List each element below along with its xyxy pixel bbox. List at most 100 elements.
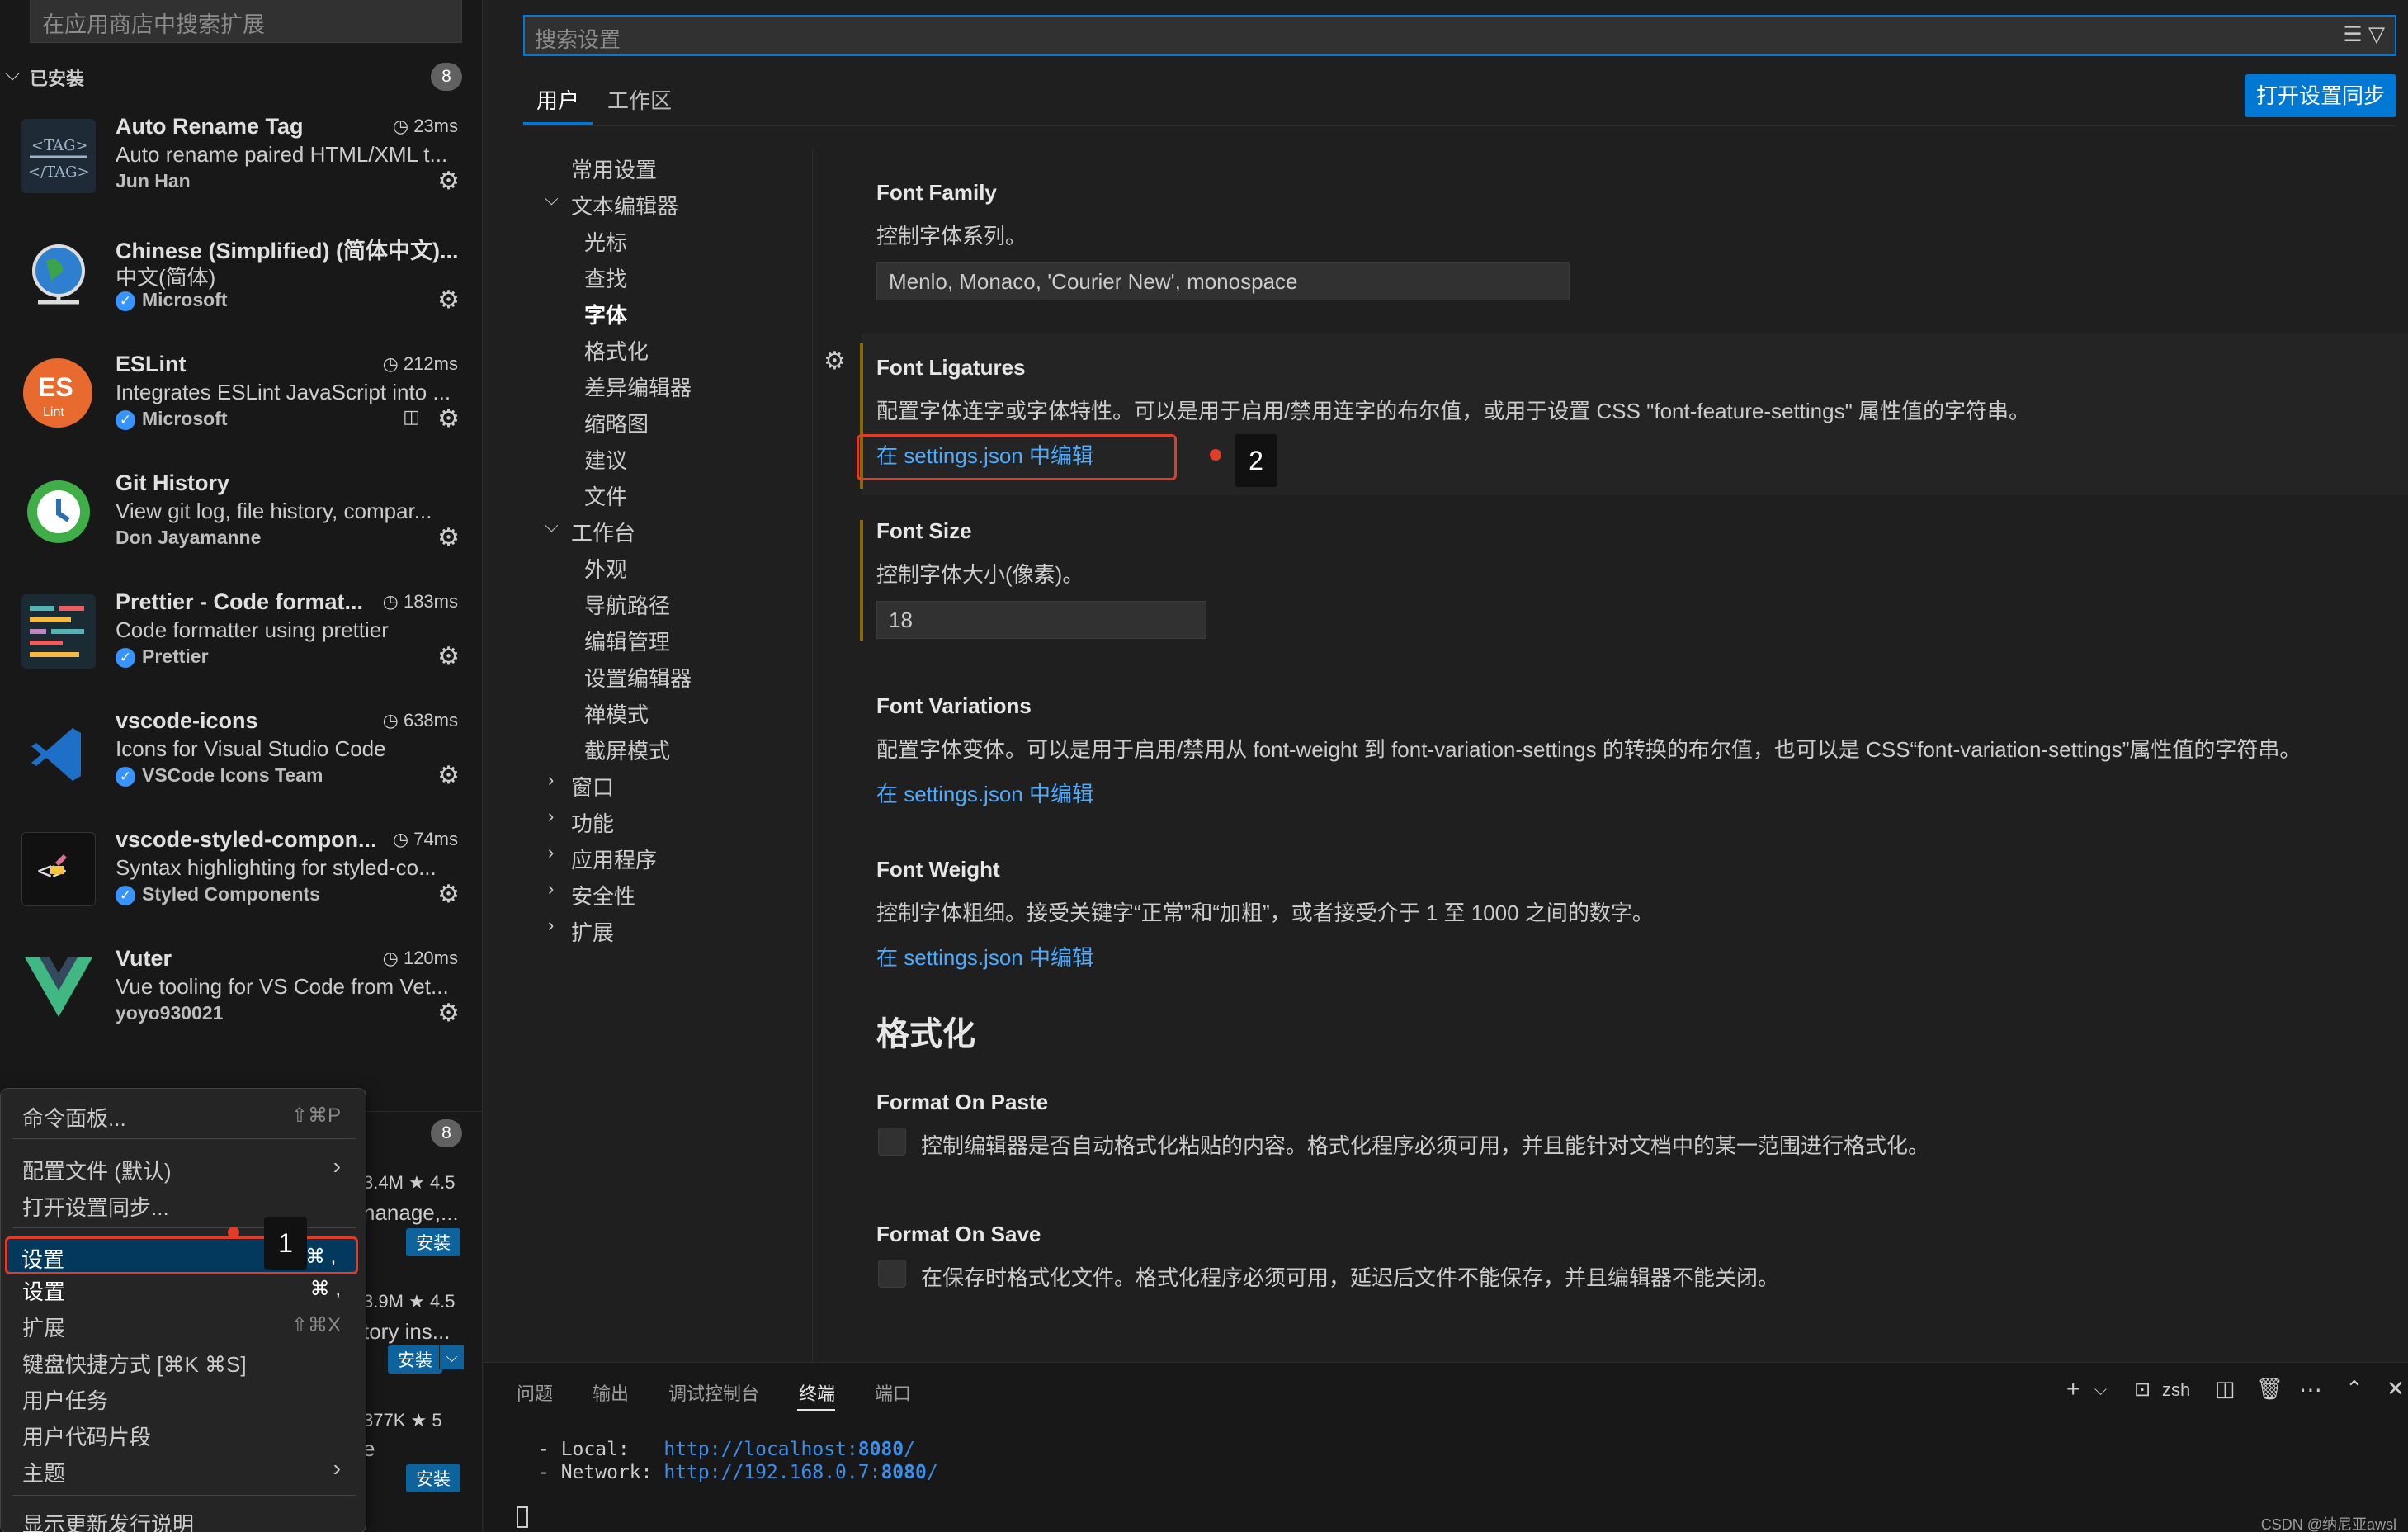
tab-debug-console[interactable]: 调试控制台 — [668, 1379, 759, 1406]
gear-icon[interactable]: ⚙ — [437, 880, 460, 909]
install-button[interactable]: 安装 — [406, 1228, 460, 1256]
toc-item-zen-mode[interactable]: 禅模式 — [584, 698, 649, 729]
toc-item-security[interactable]: 安全性 — [571, 880, 635, 910]
extension-item[interactable]: <TAG> </TAG> Auto Rename Tag ◷ 23ms Auto … — [0, 106, 482, 225]
menu-item-themes[interactable]: 主题 — [22, 1457, 65, 1487]
installed-section-header[interactable]: ⌵ 已安装 8 — [0, 61, 482, 92]
gear-icon[interactable]: ⚙ — [437, 167, 460, 196]
more-actions-icon[interactable]: ⋯ — [2299, 1376, 2322, 1403]
terminal-shell-name[interactable]: zsh — [2162, 1379, 2190, 1401]
edit-in-settings-json-link[interactable]: 在 settings.json 中编辑 — [876, 778, 1093, 808]
gear-icon[interactable]: ⚙ — [824, 347, 846, 376]
term-local-url[interactable]: http://localhost:8080/ — [663, 1439, 915, 1460]
menu-item-open-sync[interactable]: 打开设置同步... — [22, 1191, 169, 1222]
tab-ports[interactable]: 端口 — [875, 1379, 911, 1406]
toc-item-settings-editor[interactable]: 设置编辑器 — [584, 662, 692, 693]
chevron-right-icon[interactable]: › — [548, 878, 554, 900]
menu-item-user-snippets[interactable]: 用户代码片段 — [22, 1421, 151, 1451]
menu-shortcut: ⌘ , — [309, 1278, 341, 1300]
toc-item-application[interactable]: 应用程序 — [571, 844, 657, 874]
extensions-search-input[interactable]: 在应用商店中搜索扩展 — [30, 0, 462, 43]
verified-icon: ✓ — [116, 766, 135, 787]
extension-item[interactable]: Chinese (Simplified) (简体中文)... 中文(简体) ✓ M… — [0, 225, 482, 343]
toc-item-screencast-mode[interactable]: 截屏模式 — [584, 735, 670, 765]
chevron-right-icon[interactable]: › — [548, 915, 554, 936]
edit-in-settings-json-link[interactable]: 在 settings.json 中编辑 — [876, 941, 1093, 972]
menu-item-user-tasks[interactable]: 用户任务 — [22, 1384, 108, 1415]
toc-item-find[interactable]: 查找 — [584, 262, 627, 293]
toc-item-formatting[interactable]: 格式化 — [584, 335, 649, 366]
new-terminal-icon[interactable]: + — [2066, 1376, 2080, 1402]
toc-item-suggestions[interactable]: 建议 — [584, 444, 627, 475]
chevron-right-icon[interactable]: › — [548, 842, 554, 863]
annotation-marker-1: 1 — [264, 1217, 307, 1270]
install-dropdown-icon[interactable]: ⌵ — [439, 1345, 464, 1369]
toc-item-breadcrumbs[interactable]: 导航路径 — [584, 589, 670, 620]
font-family-input[interactable]: Menlo, Monaco, 'Courier New', monospace — [876, 262, 1570, 300]
gear-icon[interactable]: ⚙ — [437, 999, 460, 1028]
toc-item-text-editor[interactable]: 文本编辑器 — [571, 190, 678, 220]
toc-item-extensions[interactable]: 扩展 — [571, 916, 614, 947]
setting-title-format-on-paste: Format On Paste — [876, 1090, 1049, 1114]
tab-user[interactable]: 用户 — [536, 84, 579, 115]
extension-item[interactable]: Prettier - Code format... ◷ 183ms Code f… — [0, 581, 482, 700]
toc-item-minimap[interactable]: 缩略图 — [584, 408, 649, 438]
menu-item-settings[interactable]: 设置 — [22, 1275, 65, 1306]
toc-item-common[interactable]: 常用设置 — [571, 154, 657, 184]
toc-item-diff-editor[interactable]: 差异编辑器 — [584, 371, 692, 402]
open-settings-sync-button[interactable]: 打开设置同步 — [2244, 74, 2396, 117]
install-button[interactable]: 安装 — [388, 1345, 442, 1374]
chevron-right-icon[interactable]: › — [548, 806, 554, 827]
chevron-down-icon[interactable]: ⌵ — [545, 188, 559, 210]
font-size-input[interactable]: 18 — [876, 601, 1206, 639]
gear-icon[interactable]: ⚙ — [437, 404, 460, 433]
format-on-paste-checkbox[interactable] — [878, 1128, 906, 1156]
annotation-dot — [228, 1227, 239, 1238]
gear-icon[interactable]: ⚙ — [437, 523, 460, 552]
extension-item[interactable]: vscode-icons ◷ 638ms Icons for Visual St… — [0, 700, 482, 819]
terminal-line-local: - Local: http://localhost:8080/ — [538, 1439, 915, 1460]
tab-output[interactable]: 输出 — [593, 1379, 629, 1406]
gear-icon[interactable]: ⚙ — [437, 286, 460, 314]
chevron-right-icon[interactable]: › — [548, 769, 554, 791]
toc-item-files[interactable]: 文件 — [584, 480, 627, 511]
tab-workspace[interactable]: 工作区 — [607, 84, 672, 115]
extension-item[interactable]: Vuter ◷ 120ms Vue tooling for VS Code fr… — [0, 938, 482, 1057]
chevron-down-icon[interactable]: ⌵ — [545, 515, 559, 537]
split-terminal-icon[interactable]: ◫ — [2215, 1376, 2236, 1402]
split-view-icon[interactable]: ◫ — [403, 406, 420, 428]
menu-item-release-notes[interactable]: 显示更新发行说明 — [22, 1508, 194, 1532]
tab-terminal[interactable]: 终端 — [799, 1379, 835, 1406]
toc-item-window[interactable]: 窗口 — [571, 771, 614, 801]
settings-shortcut: ⌘ , — [305, 1246, 337, 1268]
filter-icon[interactable]: ☰ ▽ — [2343, 21, 2385, 47]
term-network-url[interactable]: http://192.168.0.7:8080/ — [663, 1462, 937, 1483]
maximize-panel-icon[interactable]: ⌃ — [2345, 1376, 2363, 1402]
menu-item-extensions[interactable]: 扩展 — [22, 1312, 65, 1342]
extension-item[interactable]: Git History View git log, file history, … — [0, 462, 482, 581]
close-icon[interactable]: ✕ — [2387, 1376, 2405, 1402]
toc-item-font[interactable]: 字体 — [584, 299, 627, 329]
gear-icon[interactable]: ⚙ — [437, 642, 460, 671]
install-button[interactable]: 安装 — [406, 1464, 460, 1492]
menu-item-profiles[interactable]: 配置文件 (默认) — [22, 1155, 172, 1185]
chevron-down-icon[interactable]: ⌵ — [2094, 1381, 2107, 1400]
toc-item-workbench[interactable]: 工作台 — [571, 517, 635, 547]
menu-item-command-palette[interactable]: 命令面板... — [22, 1102, 126, 1132]
toc-item-features[interactable]: 功能 — [571, 807, 614, 838]
activation-time-value: 120ms — [403, 948, 458, 968]
format-on-save-checkbox[interactable] — [878, 1260, 906, 1288]
tab-problems[interactable]: 问题 — [517, 1379, 553, 1406]
toc-item-editor-management[interactable]: 编辑管理 — [584, 626, 670, 656]
extension-publisher: yoyo930021 — [116, 1002, 224, 1024]
menu-item-keyboard-shortcuts[interactable]: 键盘快捷方式 [⌘K ⌘S] — [22, 1348, 247, 1378]
extension-item[interactable]: ES Lint ES Lint ◷ 212ms Integrates ESLint … — [0, 343, 482, 462]
term-local-url-base: http://localhost: — [663, 1439, 858, 1460]
settings-search-input[interactable]: 搜索设置 ☰ ▽ — [523, 15, 2396, 56]
gear-icon[interactable]: ⚙ — [437, 761, 460, 790]
extension-item[interactable]: <> vscode-styled-compon... ◷ 74ms Syntax… — [0, 819, 482, 938]
toc-item-appearance[interactable]: 外观 — [584, 553, 627, 584]
toc-item-cursor[interactable]: 光标 — [584, 226, 627, 257]
trash-icon[interactable]: 🗑 — [2256, 1376, 2283, 1402]
menu-item-settings-label[interactable]: 设置 — [21, 1243, 64, 1274]
